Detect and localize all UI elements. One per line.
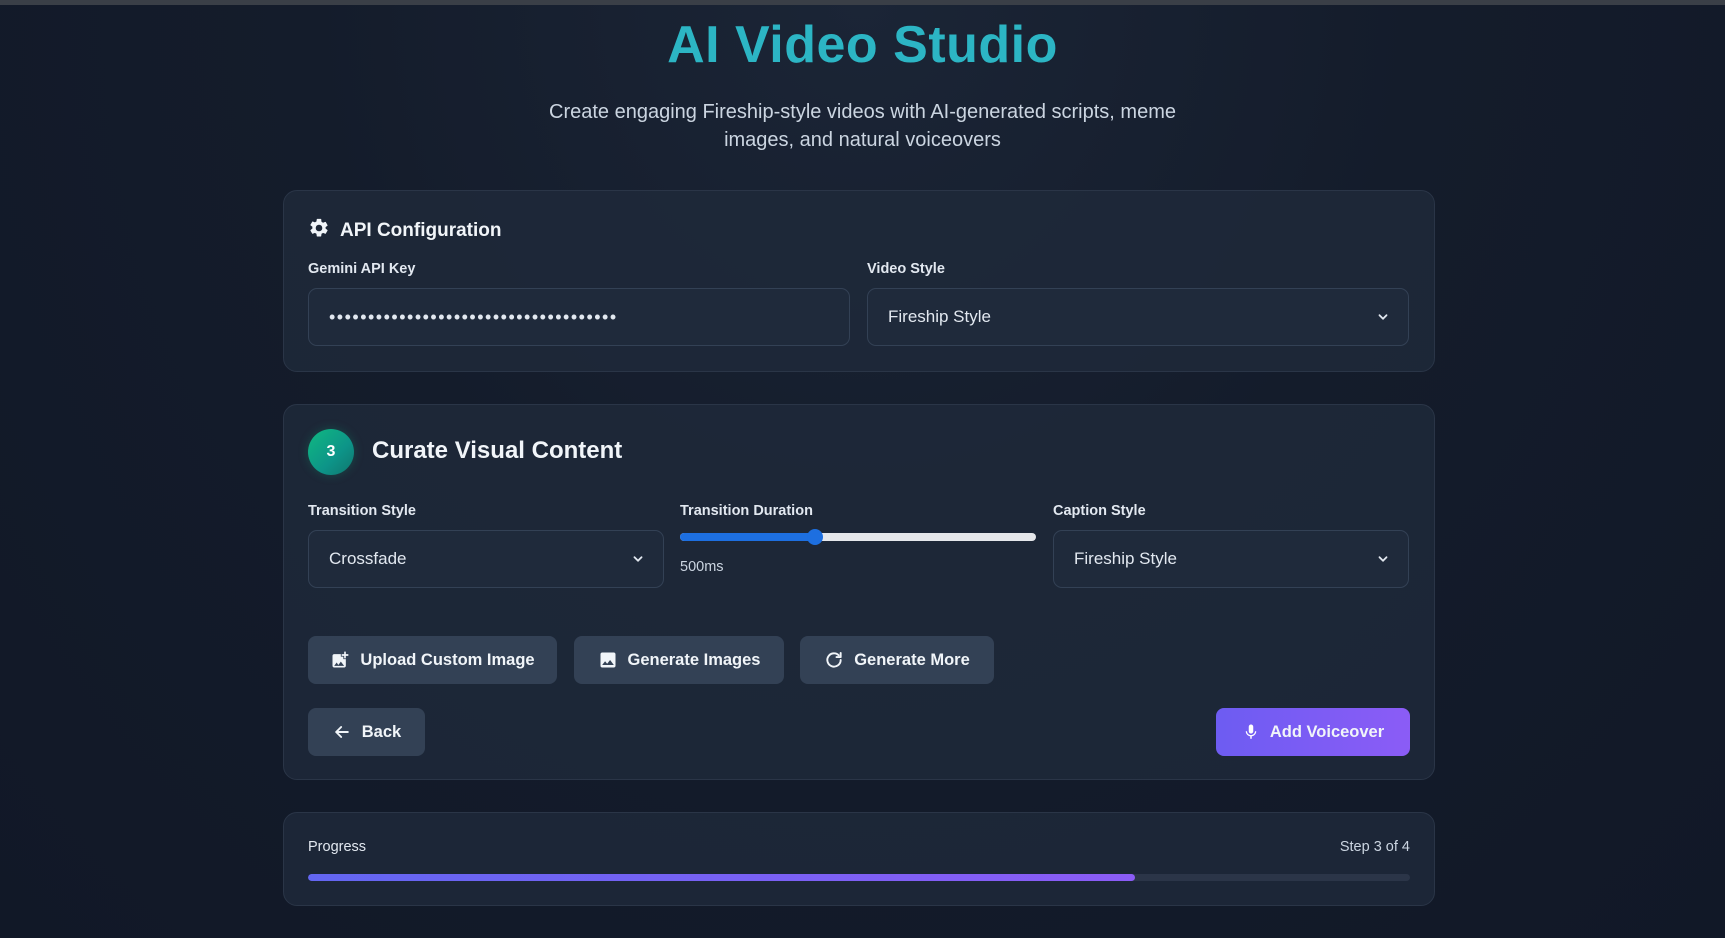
curate-visual-content-card: 3 Curate Visual Content Transition Style…	[283, 404, 1435, 780]
transition-style-value: Crossfade	[329, 549, 407, 568]
microphone-icon	[1245, 724, 1257, 739]
generate-images-button[interactable]: Generate Images	[574, 636, 784, 684]
upload-custom-image-label: Upload Custom Image	[360, 650, 535, 669]
page-subtitle: Create engaging Fireship-style videos wi…	[549, 101, 1176, 151]
transition-style-select[interactable]: Crossfade	[308, 530, 664, 588]
video-style-select[interactable]: Fireship Style	[867, 288, 1409, 346]
progress-bar	[308, 874, 1410, 881]
back-label: Back	[361, 722, 402, 741]
gear-icon	[308, 217, 330, 244]
upload-custom-image-button[interactable]: Upload Custom Image	[308, 636, 557, 684]
window-top-edge	[0, 0, 1725, 5]
progress-bar-fill	[308, 874, 1135, 881]
arrow-left-icon	[334, 726, 349, 738]
api-configuration-card: API Configuration Gemini API Key •••••••…	[283, 190, 1435, 372]
video-style-value: Fireship Style	[888, 307, 991, 326]
add-voiceover-button[interactable]: Add Voiceover	[1216, 708, 1410, 756]
progress-card: Progress Step 3 of 4	[283, 812, 1435, 906]
api-configuration-title: API Configuration	[340, 219, 502, 241]
progress-label: Progress	[308, 839, 367, 855]
generate-more-label: Generate More	[854, 650, 970, 669]
api-configuration-heading: API Configuration	[308, 217, 501, 244]
generate-more-button[interactable]: Generate More	[800, 636, 994, 684]
chevron-down-icon	[633, 556, 643, 562]
page-title: AI Video Studio	[667, 16, 1058, 74]
step-number-badge: 3	[308, 429, 354, 475]
transition-duration-slider[interactable]	[680, 529, 1036, 545]
chevron-down-icon	[1378, 556, 1388, 562]
api-key-label: Gemini API Key	[308, 261, 416, 277]
back-button[interactable]: Back	[308, 708, 425, 756]
transition-style-label: Transition Style	[308, 503, 416, 519]
transition-duration-label: Transition Duration	[680, 503, 813, 519]
image-icon	[600, 652, 615, 668]
chevron-down-icon	[1378, 314, 1388, 320]
api-key-input[interactable]: •••••••••••••••••••••••••••••••••••••	[308, 288, 850, 346]
api-key-value: •••••••••••••••••••••••••••••••••••••	[329, 306, 618, 327]
caption-style-select[interactable]: Fireship Style	[1053, 530, 1409, 588]
caption-style-value: Fireship Style	[1074, 549, 1177, 568]
page-header: AI Video Studio Create engaging Fireship…	[0, 14, 1725, 154]
caption-style-label: Caption Style	[1053, 503, 1146, 519]
add-voiceover-label: Add Voiceover	[1269, 722, 1385, 741]
progress-step-text: Step 3 of 4	[1339, 839, 1410, 855]
step-title: Curate Visual Content	[372, 437, 623, 464]
slider-thumb[interactable]	[807, 529, 824, 545]
refresh-icon	[826, 651, 842, 668]
video-style-label: Video Style	[867, 261, 945, 277]
generate-images-label: Generate Images	[627, 650, 761, 669]
add-image-icon	[332, 651, 349, 668]
slider-fill	[680, 533, 816, 541]
transition-duration-value: 500ms	[680, 559, 724, 575]
